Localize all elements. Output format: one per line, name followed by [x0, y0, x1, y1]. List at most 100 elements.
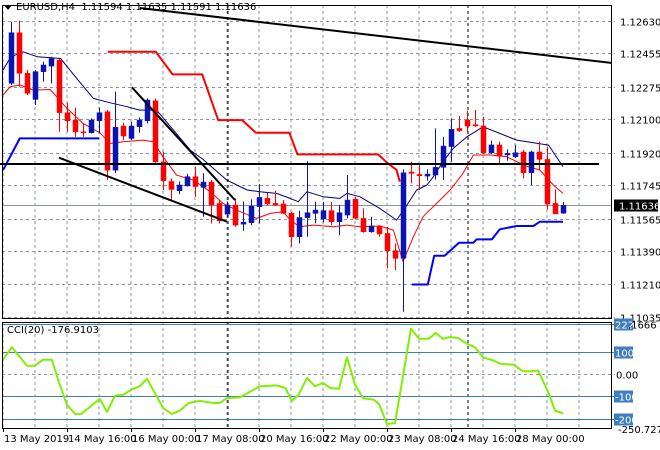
cci-max-label: .1666 [628, 320, 657, 331]
time-label: 14 May 16:00 [68, 434, 137, 445]
price-tick-label: 1.11210 [620, 281, 660, 292]
candle-bull [248, 205, 255, 223]
candle-bear [272, 203, 279, 206]
ma-line [2, 84, 564, 263]
price-tick-label: 1.12275 [620, 84, 660, 95]
candle-bear [232, 204, 239, 226]
candle-bull [312, 209, 319, 214]
time-label: 24 May 16:00 [452, 434, 521, 445]
candle-bear [416, 174, 423, 176]
candle-bear [544, 159, 551, 205]
candle-bull [8, 32, 15, 84]
candle-bull [344, 199, 351, 216]
candle-bull [296, 217, 303, 238]
candle-bear [120, 125, 127, 137]
support-step-line [2, 137, 99, 171]
candle-bear [80, 131, 87, 134]
cci-level-label: 100 [615, 349, 634, 360]
candle-bull [32, 71, 39, 100]
candle-bull [528, 151, 535, 174]
time-label: 17 May 08:00 [196, 434, 265, 445]
time-label: 23 May 08:00 [388, 434, 457, 445]
low-value: 1.11591 [170, 2, 212, 13]
support-step-line [411, 220, 563, 286]
price-tick-label: 1.11390 [620, 248, 660, 259]
current-price-label: 1.11636 [619, 202, 660, 213]
price-tick-label: 1.12630 [620, 18, 660, 29]
candle-bull [184, 176, 191, 187]
candle-bull [136, 119, 143, 128]
indicator-overlays [2, 50, 611, 286]
cci-min-label: -250.727 [618, 425, 660, 436]
price-axis: 1.12630 1.12455 1.12275 1.12100 1.11920 1.117… [614, 18, 660, 436]
trendline-long-downtrend[interactable] [139, 7, 612, 64]
trendlines[interactable] [0, 7, 612, 223]
dropdown-triangle-icon[interactable] [4, 4, 12, 10]
candle-bull [368, 225, 375, 233]
candle-bear [168, 181, 175, 190]
candle-bull [240, 221, 247, 225]
candle-bull [176, 184, 183, 192]
candle-bull [200, 181, 207, 188]
cci-panel-frame [2, 322, 612, 429]
candle-bull [320, 210, 327, 220]
candle-bull [128, 125, 135, 139]
candle-bull [400, 172, 407, 259]
candle-bear [288, 212, 295, 238]
price-tick-label: 1.12455 [620, 50, 660, 61]
candle-bear [376, 225, 383, 235]
time-axis: 13 May 201914 May 16:0016 May 00:0017 Ma… [3, 428, 585, 445]
candle-bear [360, 218, 367, 233]
candle-bear [496, 144, 503, 157]
price-tick-label: 1.11565 [620, 216, 660, 227]
candle-bear [520, 151, 527, 174]
cci-series [2, 327, 564, 425]
candle-bull [304, 212, 311, 218]
candle-bear [192, 176, 199, 187]
cci-level-label: -100 [615, 393, 638, 404]
symbol-label: EURUSD,H4 [16, 2, 76, 13]
candle-bear [552, 203, 559, 215]
price-tick-label: 1.11745 [620, 182, 660, 193]
candle-bull [488, 144, 495, 153]
time-label: 28 May 00:00 [516, 434, 585, 445]
cci-label: CCI(20) [7, 325, 45, 336]
candles [8, 20, 567, 312]
ma-upper-line [2, 51, 564, 221]
candle-bear [64, 112, 71, 122]
candle-bull [504, 153, 511, 156]
cci-line [2, 327, 564, 425]
candle-bear [56, 59, 63, 113]
price-tick-label: 1.12100 [620, 116, 660, 127]
candle-bear [264, 198, 271, 205]
close-value: 1.11636 [215, 2, 257, 13]
candle-bull [88, 119, 95, 133]
candle-bear [464, 119, 471, 127]
candle-bull [224, 204, 231, 215]
candle-bear [392, 250, 399, 259]
trendline-wedge-upper[interactable] [131, 86, 236, 201]
candle-bull [40, 64, 47, 72]
candle-bear [16, 32, 23, 74]
candle-bear [536, 151, 543, 160]
candle-bear [480, 125, 487, 153]
price-tick-label: 1.11920 [620, 150, 660, 161]
candle-bull [96, 112, 103, 122]
resistance-step-line [107, 50, 401, 182]
candle-bull [448, 129, 455, 147]
candle-bull [560, 205, 567, 214]
candle-bear [384, 233, 391, 251]
cci-zero-label: 0.00 [616, 371, 638, 382]
time-label: 16 May 00:00 [132, 434, 201, 445]
time-label: 20 May 16:00 [260, 434, 329, 445]
time-label: 13 May 2019 [4, 434, 69, 445]
candle-bull [256, 197, 263, 207]
open-value: 1.11594 [81, 2, 123, 13]
candle-bear [208, 181, 215, 206]
candle-bear [456, 128, 463, 131]
candle-bear [104, 111, 111, 171]
candle-bear [472, 124, 479, 127]
trendline-wedge-lower[interactable] [58, 156, 228, 223]
candle-bear [328, 210, 335, 222]
trading-chart[interactable]: 1.12630 1.12455 1.12275 1.12100 1.11920 1.117… [0, 0, 660, 450]
